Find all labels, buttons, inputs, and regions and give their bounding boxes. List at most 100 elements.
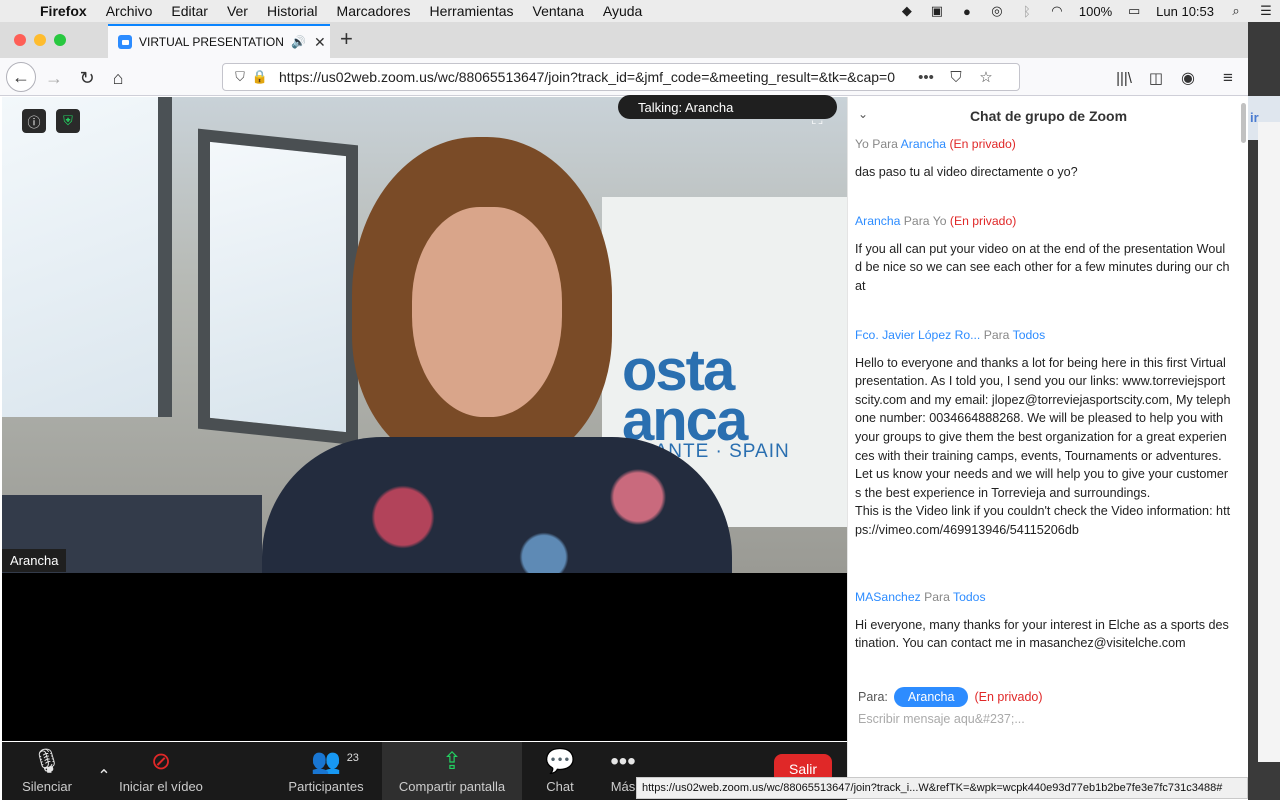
chat-scrollbar[interactable] bbox=[1238, 97, 1248, 800]
video-off-icon: ⊘ bbox=[150, 748, 172, 775]
new-tab-button[interactable]: + bbox=[340, 28, 353, 50]
desktop-background: ir bbox=[1248, 22, 1280, 800]
chat-button[interactable]: 💬 Chat bbox=[538, 742, 582, 800]
bookmark-star-icon[interactable]: ☆ bbox=[975, 68, 997, 86]
clock[interactable]: Lun 10:53 bbox=[1156, 4, 1214, 19]
speaker-icon[interactable]: 🔊 bbox=[291, 35, 306, 49]
start-video-label: Iniciar el vídeo bbox=[119, 779, 203, 794]
encryption-shield-icon[interactable]: ⛨ bbox=[56, 109, 80, 133]
message-sender[interactable]: Fco. Javier López Ro... bbox=[855, 328, 980, 342]
message-text: Hi everyone, many thanks for your intere… bbox=[855, 617, 1229, 651]
bluetooth-icon[interactable]: ᛒ bbox=[1019, 4, 1035, 19]
chat-message: MASanchez Para Todos Hi everyone, many t… bbox=[855, 588, 1231, 653]
chat-compose: Para: Arancha (En privado) bbox=[858, 687, 1228, 728]
tab-bar: VIRTUAL PRESENTATION OF 🔊 ✕ + bbox=[0, 22, 1248, 58]
close-window-button[interactable] bbox=[14, 34, 26, 46]
meeting-info-icon[interactable]: ⓘ bbox=[22, 109, 46, 133]
message-privacy: (En privado) bbox=[949, 214, 1017, 228]
participants-button[interactable]: 👥 23 Participantes bbox=[284, 742, 368, 800]
macos-menubar: Firefox Archivo Editar Ver Historial Mar… bbox=[0, 0, 1280, 22]
background-window-body bbox=[1258, 122, 1280, 762]
tab-title: VIRTUAL PRESENTATION OF bbox=[139, 35, 287, 49]
chat-message: Yo Para Arancha (En privado) das paso tu… bbox=[855, 135, 1231, 181]
message-privacy: (En privado) bbox=[949, 137, 1016, 151]
account-icon[interactable]: ◉ bbox=[1174, 64, 1202, 92]
message-meta: Fco. Javier López Ro... Para Todos bbox=[855, 326, 1231, 345]
message-sender[interactable]: Arancha bbox=[855, 214, 900, 228]
audio-options-button[interactable]: ⌃ bbox=[92, 742, 116, 800]
video-window-left bbox=[2, 97, 172, 417]
menu-ver[interactable]: Ver bbox=[227, 3, 248, 19]
back-button[interactable]: ← bbox=[6, 62, 36, 92]
menu-ayuda[interactable]: Ayuda bbox=[603, 3, 642, 19]
page-actions-icon[interactable]: ••• bbox=[915, 69, 937, 86]
message-text-continued: This is the Video link if you couldn't c… bbox=[855, 504, 1231, 537]
dropbox-icon[interactable]: ◆ bbox=[899, 3, 915, 18]
message-text: If you all can put your video on at the … bbox=[855, 241, 1230, 293]
message-recipient[interactable]: Arancha bbox=[901, 137, 946, 151]
menu-historial[interactable]: Historial bbox=[267, 3, 318, 19]
chevron-down-icon[interactable]: ⌄ bbox=[858, 107, 868, 121]
reload-button[interactable]: ↻ bbox=[73, 64, 101, 92]
chat-message-input[interactable] bbox=[858, 712, 1218, 726]
firefox-window: VIRTUAL PRESENTATION OF 🔊 ✕ + ← → ↻ ⌂ ⛉ … bbox=[0, 22, 1248, 800]
message-sender[interactable]: MASanchez bbox=[855, 590, 921, 604]
microphone-icon: 🎙 bbox=[31, 748, 63, 775]
participants-label: Participantes bbox=[288, 779, 364, 794]
forward-button[interactable]: → bbox=[40, 64, 68, 92]
tab-zoom-meeting[interactable]: VIRTUAL PRESENTATION OF 🔊 ✕ bbox=[108, 24, 330, 58]
mute-button[interactable]: 🎙 Silenciar bbox=[12, 742, 82, 800]
chat-panel: Chat de grupo de Zoom ⌄ Yo Para Arancha … bbox=[847, 97, 1248, 800]
spotlight-search-icon[interactable]: ⌕ bbox=[1228, 3, 1244, 18]
battery-percent: 100% bbox=[1078, 3, 1113, 19]
message-meta: Arancha Para Yo (En privado) bbox=[855, 212, 1231, 231]
message-para: Para bbox=[924, 590, 950, 604]
message-meta: MASanchez Para Todos bbox=[855, 588, 1231, 607]
message-recipient: Yo bbox=[932, 214, 947, 228]
maximize-window-button[interactable] bbox=[54, 34, 66, 46]
hamburger-menu-icon[interactable]: ≡ bbox=[1214, 64, 1242, 92]
mute-label: Silenciar bbox=[22, 779, 72, 794]
active-speaker-video[interactable]: osta anca LICANTE · SPAIN ⓘ ⛨ ⛶ bbox=[2, 97, 847, 573]
menu-archivo[interactable]: Archivo bbox=[106, 3, 153, 19]
compose-privacy: (En privado) bbox=[974, 690, 1043, 704]
menu-editar[interactable]: Editar bbox=[171, 3, 208, 19]
wifi-icon[interactable]: ◠ bbox=[1049, 3, 1065, 18]
sidebar-icon[interactable]: ◫ bbox=[1142, 64, 1170, 92]
share-screen-button[interactable]: ⇪ Compartir pantalla bbox=[382, 742, 522, 800]
message-text: das paso tu al video directamente o yo? bbox=[855, 164, 1078, 179]
more-button[interactable]: ••• Más bbox=[606, 742, 640, 800]
message-para: Para bbox=[903, 214, 930, 228]
message-recipient[interactable]: Todos bbox=[953, 590, 986, 604]
tracking-shield-icon[interactable]: ⛉ bbox=[231, 69, 249, 85]
microphone-icon[interactable]: ● bbox=[959, 4, 975, 19]
chat-scrollbar-thumb[interactable] bbox=[1241, 103, 1246, 143]
menu-marcadores[interactable]: Marcadores bbox=[337, 3, 411, 19]
message-recipient[interactable]: Todos bbox=[1013, 328, 1046, 342]
start-video-button[interactable]: ⊘ Iniciar el vídeo bbox=[114, 742, 208, 800]
message-para: Para bbox=[872, 137, 898, 151]
window-icon[interactable]: ▣ bbox=[929, 3, 945, 18]
close-tab-icon[interactable]: ✕ bbox=[314, 34, 326, 51]
menu-herramientas[interactable]: Herramientas bbox=[429, 3, 513, 19]
share-screen-label: Compartir pantalla bbox=[398, 779, 506, 794]
participant-name-label: Arancha bbox=[2, 549, 67, 572]
minimize-window-button[interactable] bbox=[34, 34, 46, 46]
library-icon[interactable]: |||\ bbox=[1110, 64, 1138, 92]
chat-label: Chat bbox=[546, 779, 574, 794]
notification-center-icon[interactable]: ☰ bbox=[1258, 3, 1274, 18]
pocket-icon[interactable]: ⛉ bbox=[945, 69, 967, 86]
menu-ventana[interactable]: Ventana bbox=[533, 3, 584, 19]
recipient-selector[interactable]: Arancha bbox=[893, 687, 969, 707]
url-bar[interactable]: ⛉ 🔒 https://us02web.zoom.us/wc/880655136… bbox=[222, 63, 1020, 91]
url-text[interactable]: https://us02web.zoom.us/wc/88065513647/j… bbox=[279, 69, 907, 85]
person-shirt bbox=[262, 437, 732, 573]
menu-firefox[interactable]: Firefox bbox=[40, 3, 87, 19]
lock-icon[interactable]: 🔒 bbox=[251, 69, 269, 85]
chat-message: Fco. Javier López Ro... Para Todos Hello… bbox=[855, 326, 1231, 540]
vpn-icon[interactable]: ◎ bbox=[989, 3, 1005, 18]
battery-icon[interactable]: ▭ bbox=[1126, 3, 1142, 18]
chat-title: Chat de grupo de Zoom bbox=[969, 108, 1128, 124]
home-button[interactable]: ⌂ bbox=[104, 64, 132, 92]
participants-icon: 👥 23 bbox=[311, 749, 359, 775]
